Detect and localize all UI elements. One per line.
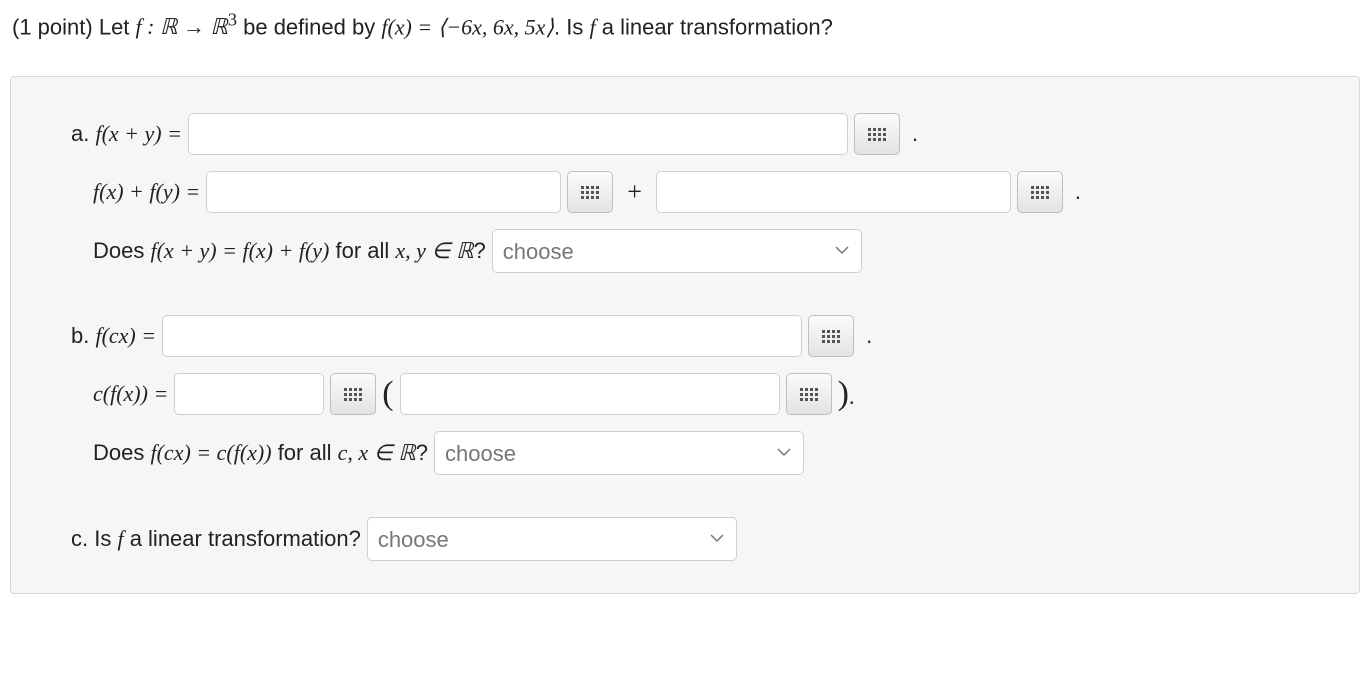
keypad-button[interactable] — [567, 171, 613, 213]
part-a-row1: a. f(x + y) = . — [71, 113, 1309, 155]
text: a linear transformation? — [124, 526, 361, 551]
plus-sign: + — [627, 177, 642, 207]
keypad-icon — [800, 388, 818, 401]
math: f(cx) = — [95, 323, 156, 348]
part-a-row3: Does f(x + y) = f(x) + f(y) for all x, y… — [71, 229, 1309, 273]
text: for all — [272, 440, 338, 465]
keypad-button[interactable] — [786, 373, 832, 415]
select-a[interactable]: choose — [492, 229, 862, 273]
rparen: ). — [838, 377, 855, 411]
keypad-button[interactable] — [330, 373, 376, 415]
select-b[interactable]: choose — [434, 431, 804, 475]
part-a-row2: f(x) + f(y) = + . — [71, 171, 1309, 213]
text: ) — [838, 375, 849, 412]
keypad-button[interactable] — [854, 113, 900, 155]
part-c-row: c. Is f a linear transformation? choose — [71, 517, 1309, 561]
keypad-icon — [581, 186, 599, 199]
text: a. — [71, 121, 95, 146]
text: ? — [416, 440, 428, 465]
text: a linear transformation? — [596, 14, 833, 39]
math: f(x) = ⟨−6x, 6x, 5x⟩ — [381, 14, 554, 39]
part-b-row1: b. f(cx) = . — [71, 315, 1309, 357]
keypad-icon — [868, 128, 886, 141]
page: (1 point) Let f : ℝ → ℝ3 be defined by f… — [0, 0, 1370, 684]
text: Does — [93, 238, 150, 263]
label: Does f(cx) = c(f(x)) for all c, x ∈ ℝ? — [93, 440, 428, 466]
keypad-icon — [822, 330, 840, 343]
text: b. — [71, 323, 95, 348]
answer-panel: a. f(x + y) = . f(x) + f(y) = + . Does f… — [10, 76, 1360, 594]
input-b-fx[interactable] — [400, 373, 780, 415]
text: c. Is — [71, 526, 117, 551]
text: . Is — [554, 14, 589, 39]
label: c. Is f a linear transformation? — [71, 526, 361, 552]
input-b-fcx[interactable] — [162, 315, 802, 357]
keypad-button[interactable] — [808, 315, 854, 357]
text: Let — [93, 14, 136, 39]
math: x, y ∈ ℝ — [395, 238, 473, 263]
math: f(x + y) = — [95, 121, 182, 146]
input-b-c[interactable] — [174, 373, 324, 415]
lparen: ( — [382, 377, 393, 411]
label: Does f(x + y) = f(x) + f(y) for all x, y… — [93, 238, 486, 264]
select-c[interactable]: choose — [367, 517, 737, 561]
part-b-row2: c(f(x)) = ( ). — [71, 373, 1309, 415]
keypad-button[interactable] — [1017, 171, 1063, 213]
label: c(f(x)) = — [93, 381, 168, 407]
label: a. f(x + y) = — [71, 121, 182, 147]
text: ? — [474, 238, 486, 263]
period: . — [866, 323, 872, 349]
math: f(x + y) = f(x) + f(y) — [150, 238, 329, 263]
text: be defined by — [237, 14, 381, 39]
period: . — [849, 384, 855, 409]
points-label: (1 point) — [12, 14, 93, 39]
math: f(cx) = c(f(x)) — [150, 440, 271, 465]
input-a-fy[interactable] — [656, 171, 1011, 213]
period: . — [912, 121, 918, 147]
text: Does — [93, 440, 150, 465]
math: f : ℝ → ℝ3 — [136, 14, 237, 39]
part-b-row3: Does f(cx) = c(f(x)) for all c, x ∈ ℝ? c… — [71, 431, 1309, 475]
keypad-icon — [1031, 186, 1049, 199]
input-a-fx[interactable] — [206, 171, 561, 213]
input-a-fxy[interactable] — [188, 113, 848, 155]
math-text: f : ℝ → ℝ — [136, 14, 228, 39]
period: . — [1075, 179, 1081, 205]
math: c, x ∈ ℝ — [338, 440, 416, 465]
sup: 3 — [228, 10, 237, 30]
text: for all — [329, 238, 395, 263]
keypad-icon — [344, 388, 362, 401]
label: b. f(cx) = — [71, 323, 156, 349]
question-prompt: (1 point) Let f : ℝ → ℝ3 be defined by f… — [0, 0, 1370, 46]
label: f(x) + f(y) = — [93, 179, 200, 205]
